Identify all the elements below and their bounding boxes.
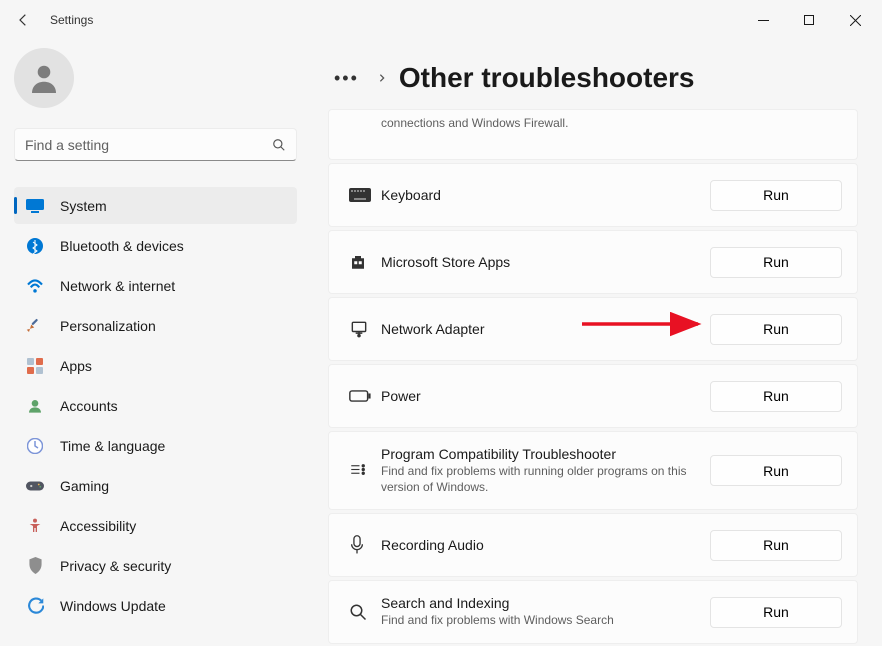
troubleshooter-row-search: Search and Indexing Find and fix problem… [328,580,858,644]
sidebar-item-label: Accounts [60,398,118,414]
sidebar-item-privacy[interactable]: Privacy & security [14,547,297,584]
msstore-icon [343,249,381,275]
bluetooth-icon [26,237,44,255]
run-button-power[interactable]: Run [710,381,842,412]
sidebar-item-accounts[interactable]: Accounts [14,387,297,424]
sidebar-item-label: Bluetooth & devices [60,238,184,254]
troubleshooter-title: Recording Audio [381,537,710,553]
sidebar-item-label: Privacy & security [60,558,171,574]
troubleshooter-row-keyboard: Keyboard Run [328,163,858,227]
sidebar-item-network[interactable]: Network & internet [14,267,297,304]
sidebar-item-personalization[interactable]: Personalization [14,307,297,344]
page-title: Other troubleshooters [399,62,695,94]
search-icon [272,138,286,152]
run-button-search[interactable]: Run [710,597,842,628]
sidebar-item-accessibility[interactable]: Accessibility [14,507,297,544]
troubleshooter-description: connections and Windows Firewall. [381,116,701,132]
troubleshooter-title: Keyboard [381,187,710,203]
troubleshooter-title: Microsoft Store Apps [381,254,710,270]
app-title: Settings [50,13,93,27]
troubleshooter-row-recaudio: Recording Audio Run [328,513,858,577]
sidebar: System Bluetooth & devices Network & inter… [0,40,308,646]
troubleshooter-description: Find and fix problems with Windows Searc… [381,613,701,629]
accounts-icon [26,397,44,415]
netadapter-icon [343,316,381,342]
back-button[interactable] [4,0,44,40]
sidebar-item-label: Apps [60,358,92,374]
troubleshooter-description: Find and fix problems with running older… [381,464,701,495]
content-area: ••• Other troubleshooters connections an… [308,40,882,646]
personalization-icon [26,317,44,335]
sidebar-item-bluetooth[interactable]: Bluetooth & devices [14,227,297,264]
sidebar-item-label: Windows Update [60,598,166,614]
power-icon [343,383,381,409]
sidebar-item-label: System [60,198,107,214]
troubleshooter-row-firewall-partial: connections and Windows Firewall. Run [328,109,858,160]
breadcrumb: ••• Other troubleshooters [328,48,858,108]
privacy-icon [26,557,44,575]
sidebar-item-label: Time & language [60,438,165,454]
sidebar-item-apps[interactable]: Apps [14,347,297,384]
minimize-button[interactable] [740,0,786,40]
sidebar-item-label: Personalization [60,318,156,334]
gaming-icon [26,477,44,495]
maximize-button[interactable] [786,0,832,40]
search-box[interactable] [14,128,297,161]
update-icon [26,597,44,615]
troubleshooter-row-msstore: Microsoft Store Apps Run [328,230,858,294]
sidebar-item-time[interactable]: Time & language [14,427,297,464]
run-button-compat[interactable]: Run [710,455,842,486]
breadcrumb-ellipsis-icon[interactable]: ••• [328,68,365,89]
accessibility-icon [26,517,44,535]
network-icon [26,277,44,295]
apps-icon [26,357,44,375]
troubleshooter-row-power: Power Run [328,364,858,428]
compat-icon [343,458,381,484]
troubleshooter-title: Search and Indexing [381,595,710,611]
search-icon [343,599,381,625]
troubleshooter-title: Program Compatibility Troubleshooter [381,446,710,462]
run-button-keyboard[interactable]: Run [710,180,842,211]
sidebar-item-label: Accessibility [60,518,136,534]
time-icon [26,437,44,455]
sidebar-item-update[interactable]: Windows Update [14,587,297,624]
troubleshooter-title: Power [381,388,710,404]
chevron-right-icon [377,71,387,86]
sidebar-item-gaming[interactable]: Gaming [14,467,297,504]
troubleshooter-row-netadapter: Network Adapter Run [328,297,858,361]
troubleshooter-row-compat: Program Compatibility Troubleshooter Fin… [328,431,858,510]
avatar[interactable] [14,48,74,108]
troubleshooter-title: Network Adapter [381,321,710,337]
run-button-recaudio[interactable]: Run [710,530,842,561]
system-icon [26,197,44,215]
run-button-netadapter[interactable]: Run [710,314,842,345]
run-button-msstore[interactable]: Run [710,247,842,278]
title-bar: Settings [0,0,882,40]
sidebar-item-label: Gaming [60,478,109,494]
recaudio-icon [343,532,381,558]
close-button[interactable] [832,0,878,40]
search-input[interactable] [25,137,272,153]
sidebar-item-system[interactable]: System [14,187,297,224]
sidebar-item-label: Network & internet [60,278,175,294]
keyboard-icon [343,182,381,208]
